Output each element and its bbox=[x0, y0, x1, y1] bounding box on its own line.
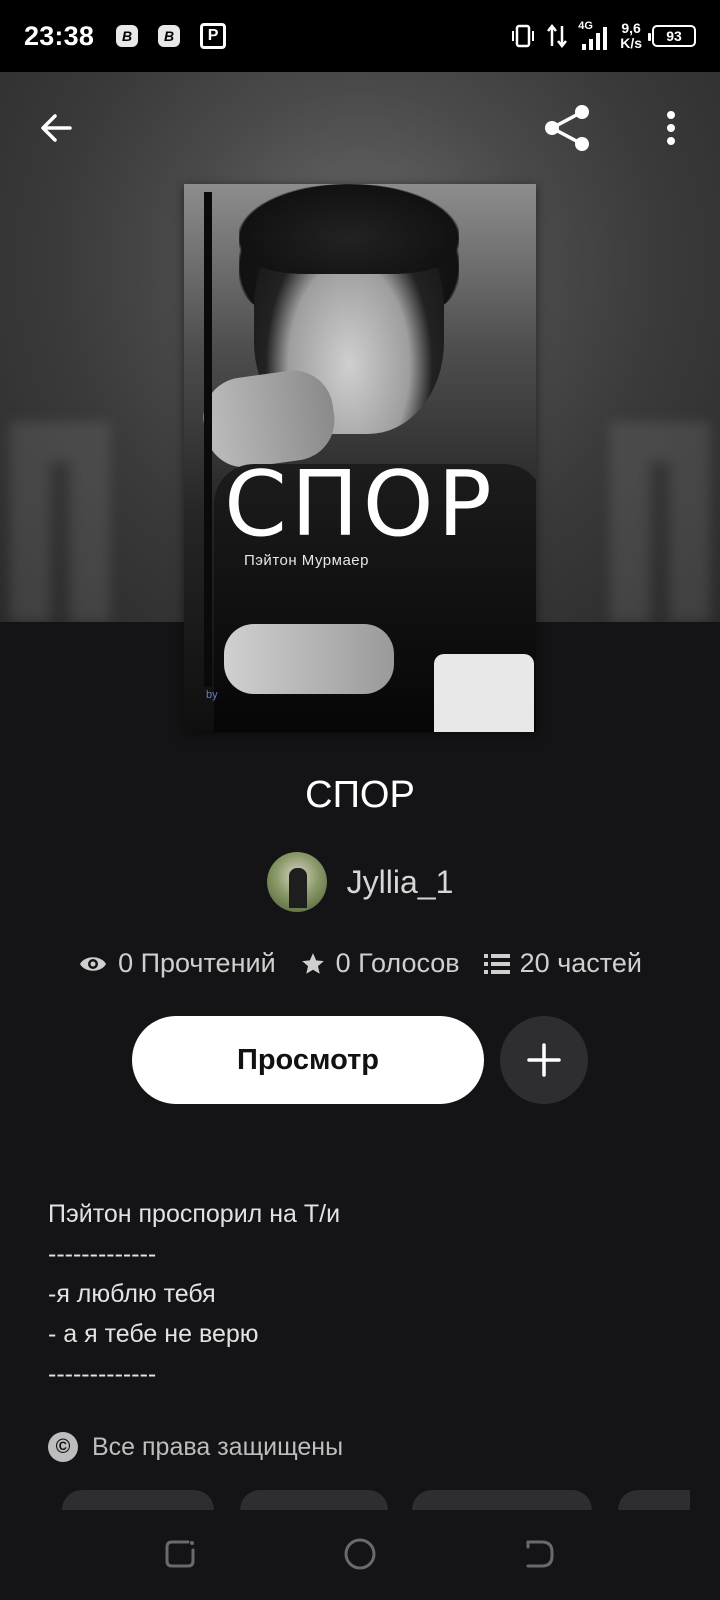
reads-stat: 0 Прочтений bbox=[78, 948, 276, 979]
arrow-left-icon bbox=[41, 114, 72, 142]
top-bar bbox=[0, 88, 720, 168]
tag-chip[interactable] bbox=[618, 1490, 690, 1510]
battery-level: 93 bbox=[666, 28, 682, 44]
network-type: 4G bbox=[578, 20, 593, 32]
battery-icon: 93 bbox=[648, 25, 696, 47]
votes-stat: 0 Голосов bbox=[300, 948, 460, 979]
book-cover[interactable]: СПОР Пэйтон Мурмаер by bbox=[184, 184, 536, 732]
tag-chip[interactable] bbox=[240, 1490, 388, 1510]
data-transfer-icon bbox=[547, 23, 568, 49]
description-line: ------------- bbox=[48, 1360, 157, 1388]
recent-apps-button[interactable] bbox=[162, 1536, 198, 1572]
recent-apps-icon bbox=[165, 1540, 195, 1568]
home-button[interactable] bbox=[342, 1536, 378, 1572]
copyright-text: Все права защищены bbox=[92, 1432, 344, 1461]
add-to-library-button[interactable] bbox=[500, 1016, 588, 1104]
tags-row bbox=[62, 1490, 690, 1510]
status-right: 4G 9,6 K/s 93 bbox=[510, 20, 696, 51]
description-line: -я люблю тебя bbox=[48, 1280, 216, 1308]
story-description: Пэйтон проспорил на Т/и ------------- -я… bbox=[48, 1194, 672, 1394]
story-title: СПОР bbox=[305, 774, 415, 816]
cover-mark: by bbox=[206, 689, 218, 701]
system-nav-bar bbox=[0, 1510, 720, 1600]
network-speed-unit: K/s bbox=[620, 35, 642, 51]
copyright-icon: © bbox=[48, 1432, 78, 1462]
status-time: 23:38 bbox=[24, 20, 95, 51]
share-button[interactable] bbox=[542, 102, 594, 154]
tag-chip[interactable] bbox=[62, 1490, 214, 1510]
actions: Просмотр bbox=[0, 1016, 720, 1104]
parts-stat: 20 частей bbox=[483, 948, 642, 979]
home-icon bbox=[344, 1538, 376, 1570]
author-name[interactable]: Jyllia_1 bbox=[347, 864, 454, 901]
star-icon bbox=[301, 952, 324, 974]
back-nav-icon bbox=[526, 1540, 554, 1568]
notification-icon: B bbox=[158, 25, 181, 47]
avatar[interactable] bbox=[266, 852, 327, 912]
votes-count: 0 Голосов bbox=[335, 948, 460, 978]
copyright-row: © Все права защищены bbox=[48, 1432, 343, 1462]
network-speed: 9,6 K/s bbox=[620, 21, 642, 51]
status-bar: 23:38 B B P 4G 9,6 K/s 93 bbox=[0, 0, 720, 72]
notification-icon: P bbox=[200, 23, 227, 49]
notification-icons: B B P bbox=[116, 23, 227, 49]
more-options-button[interactable] bbox=[656, 108, 686, 148]
list-icon bbox=[483, 953, 510, 974]
cover-title: СПОР bbox=[224, 452, 496, 557]
read-button[interactable]: Просмотр bbox=[132, 1016, 484, 1104]
network-speed-value: 9,6 bbox=[621, 20, 641, 36]
back-button[interactable] bbox=[36, 108, 76, 148]
plus-icon bbox=[527, 1043, 561, 1077]
eye-icon bbox=[80, 956, 107, 971]
vibrate-icon bbox=[512, 24, 535, 48]
cell-signal-icon: 4G bbox=[578, 20, 610, 50]
notification-icon: B bbox=[116, 25, 139, 47]
cover-author: Пэйтон Мурмаер bbox=[244, 552, 369, 569]
back-nav-button[interactable] bbox=[522, 1536, 558, 1572]
description-line: Пэйтон проспорил на Т/и bbox=[48, 1200, 341, 1228]
parts-count: 20 частей bbox=[519, 948, 642, 978]
tag-chip[interactable] bbox=[412, 1490, 592, 1510]
share-icon bbox=[545, 105, 589, 151]
stats-row: 0 Прочтений 0 Голосов 20 частей bbox=[0, 948, 720, 979]
reads-count: 0 Прочтений bbox=[118, 948, 276, 978]
description-line: - а я тебе не верю bbox=[48, 1320, 259, 1348]
description-line: ------------- bbox=[48, 1240, 157, 1268]
more-vertical-icon bbox=[667, 111, 675, 145]
author-row[interactable]: Jyllia_1 bbox=[0, 852, 720, 912]
